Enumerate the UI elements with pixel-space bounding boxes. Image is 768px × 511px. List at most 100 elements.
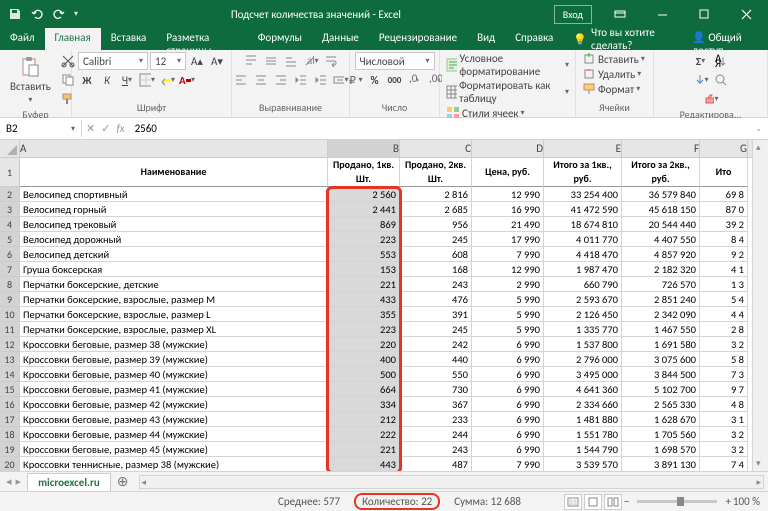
cell[interactable]: 12 990: [472, 262, 544, 277]
cell[interactable]: 726 570: [622, 277, 700, 292]
font-name-combo[interactable]: Calibri▾: [78, 52, 148, 70]
tell-me[interactable]: 💡Что вы хотите сделать?: [563, 28, 682, 50]
cell[interactable]: 7 3: [700, 367, 748, 382]
cell[interactable]: 9 2: [700, 247, 748, 262]
cell[interactable]: 608: [400, 247, 472, 262]
indent-dec-icon[interactable]: [292, 71, 310, 89]
cell[interactable]: 6 990: [472, 352, 544, 367]
normal-view-icon[interactable]: [564, 494, 582, 510]
cell[interactable]: 242: [400, 337, 472, 352]
indent-inc-icon[interactable]: [312, 71, 330, 89]
cell[interactable]: 1 691 580: [622, 337, 700, 352]
col-header-c[interactable]: C: [400, 140, 472, 157]
cell[interactable]: 1 467 550: [622, 322, 700, 337]
cell[interactable]: 5 4: [700, 292, 748, 307]
comma-icon[interactable]: 000: [386, 71, 404, 89]
cell[interactable]: 3 2: [700, 442, 748, 457]
header-tot[interactable]: Ито: [700, 158, 748, 187]
formula-bar[interactable]: 2560: [129, 120, 750, 137]
cell[interactable]: 41 472 590: [544, 202, 622, 217]
align-right-icon[interactable]: [272, 71, 290, 89]
col-header-d[interactable]: D: [472, 140, 544, 157]
bold-icon[interactable]: Ж: [78, 71, 96, 89]
cell[interactable]: 1 551 780: [544, 427, 622, 442]
cell[interactable]: 233: [400, 412, 472, 427]
cell[interactable]: Перчатки боксерские, взрослые, размер L: [20, 307, 328, 322]
cell[interactable]: 244: [400, 427, 472, 442]
cell[interactable]: 4 857 920: [622, 247, 700, 262]
font-size-combo[interactable]: 12▾: [150, 52, 186, 70]
cell[interactable]: 1 335 770: [544, 322, 622, 337]
cell[interactable]: 7 4: [700, 457, 748, 471]
underline-icon[interactable]: Ч▾: [118, 71, 136, 89]
account-button[interactable]: Вход: [554, 5, 592, 24]
number-format-combo[interactable]: Числовой▾: [355, 52, 435, 70]
cell[interactable]: 33 254 400: [544, 187, 622, 202]
cell[interactable]: Велосипед горный: [20, 202, 328, 217]
clear-icon[interactable]: ▾: [702, 90, 720, 108]
save-icon[interactable]: [8, 7, 22, 21]
align-left-icon[interactable]: [232, 71, 250, 89]
cell[interactable]: 8 4: [700, 232, 748, 247]
fx-icon[interactable]: fx: [116, 122, 124, 135]
cond-format-button[interactable]: Условное форматирование▾: [446, 52, 569, 78]
cell[interactable]: 730: [400, 382, 472, 397]
cell[interactable]: 391: [400, 307, 472, 322]
cell[interactable]: 221: [328, 442, 400, 457]
tab-formulas[interactable]: Формулы: [248, 28, 312, 50]
cell[interactable]: 5 102 700: [622, 382, 700, 397]
cell[interactable]: Перчатки боксерские, взрослые, размер M: [20, 292, 328, 307]
cell[interactable]: 400: [328, 352, 400, 367]
cell[interactable]: 6 990: [472, 412, 544, 427]
cell[interactable]: 3 075 600: [622, 352, 700, 367]
cell[interactable]: 7 990: [472, 247, 544, 262]
cell[interactable]: 221: [328, 277, 400, 292]
cell[interactable]: Кроссовки теннисные, размер 38 (мужские): [20, 457, 328, 471]
cell[interactable]: Кроссовки беговые, размер 38 (мужские): [20, 337, 328, 352]
cell[interactable]: 1 481 880: [544, 412, 622, 427]
cell[interactable]: 1 544 790: [544, 442, 622, 457]
cell[interactable]: 2 990: [472, 277, 544, 292]
cell[interactable]: 2 560: [328, 187, 400, 202]
format-table-button[interactable]: Форматировать как таблицу▾: [446, 79, 569, 105]
cell[interactable]: 69 8: [700, 187, 748, 202]
accounting-icon[interactable]: ₽▾: [346, 71, 364, 89]
cell[interactable]: 664: [328, 382, 400, 397]
cell[interactable]: 3 844 500: [622, 367, 700, 382]
cell[interactable]: 3 2: [700, 337, 748, 352]
cell[interactable]: 3 539 570: [544, 457, 622, 471]
cell[interactable]: 45 618 150: [622, 202, 700, 217]
tab-view[interactable]: Вид: [467, 28, 505, 50]
zoom-in-icon[interactable]: +: [725, 495, 730, 508]
cell[interactable]: 6 990: [472, 337, 544, 352]
italic-icon[interactable]: К: [98, 71, 116, 89]
cell[interactable]: 4 011 770: [544, 232, 622, 247]
autosum-icon[interactable]: Σ▾: [692, 52, 710, 70]
cell[interactable]: 2 816: [400, 187, 472, 202]
cell[interactable]: 6 990: [472, 442, 544, 457]
cell[interactable]: 168: [400, 262, 472, 277]
redo-icon[interactable]: [52, 7, 66, 21]
sheet-tab[interactable]: microexcel.ru: [27, 473, 111, 491]
cell[interactable]: 212: [328, 412, 400, 427]
cell[interactable]: 2 342 090: [622, 307, 700, 322]
tab-help[interactable]: Справка: [505, 28, 563, 50]
cell[interactable]: 220: [328, 337, 400, 352]
cell[interactable]: 4 8: [700, 397, 748, 412]
cell[interactable]: 2 126 450: [544, 307, 622, 322]
cell[interactable]: Перчатки боксерские, взрослые, размер XL: [20, 322, 328, 337]
cell[interactable]: 660 790: [544, 277, 622, 292]
undo-icon[interactable]: [30, 7, 44, 21]
cell[interactable]: 1 705 560: [622, 427, 700, 442]
cell[interactable]: 6 990: [472, 427, 544, 442]
tab-file[interactable]: Файл: [0, 28, 45, 50]
shrink-font-icon[interactable]: A▾: [208, 52, 226, 70]
format-cells-button[interactable]: Формат▾: [582, 82, 640, 96]
cell[interactable]: 222: [328, 427, 400, 442]
cell[interactable]: 487: [400, 457, 472, 471]
cell[interactable]: Кроссовки беговые, размер 43 (мужские): [20, 412, 328, 427]
cell[interactable]: 956: [400, 217, 472, 232]
vertical-scrollbar[interactable]: [752, 140, 768, 471]
cell[interactable]: 4 641 360: [544, 382, 622, 397]
cell[interactable]: 3 2: [700, 427, 748, 442]
